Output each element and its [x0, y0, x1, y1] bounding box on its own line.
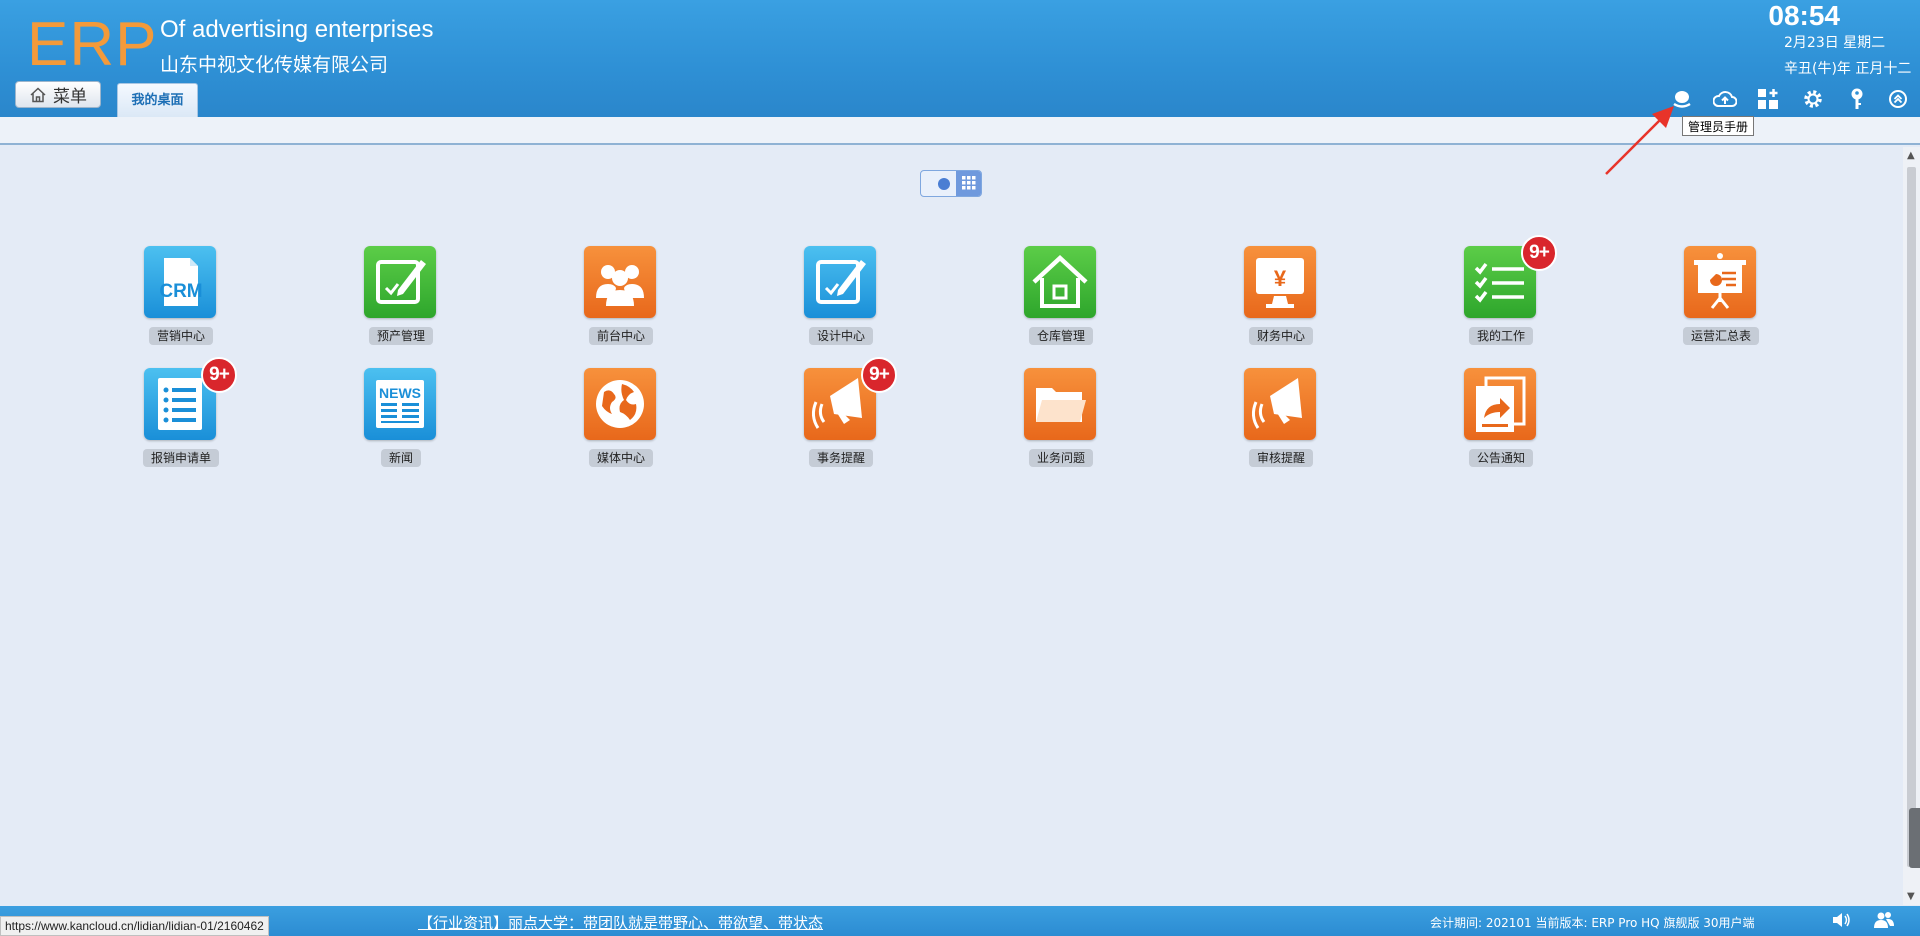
- svg-text:NEWS: NEWS: [379, 385, 421, 401]
- app-label: 前台中心: [588, 327, 654, 345]
- company-name-cn: 山东中视文化传媒有限公司: [160, 54, 389, 76]
- svg-text:CRM: CRM: [159, 281, 202, 302]
- cloud-upload-icon[interactable]: [1713, 87, 1737, 111]
- app-operations-summary[interactable]: 运营汇总表: [1661, 246, 1781, 356]
- people-icon: [584, 246, 656, 318]
- key-icon[interactable]: [1845, 87, 1869, 111]
- add-widget-icon[interactable]: [1756, 87, 1780, 111]
- app-review-reminder[interactable]: 审核提醒: [1221, 368, 1341, 478]
- grid-icon: [962, 176, 976, 190]
- news-icon: NEWS: [364, 368, 436, 440]
- app-label: 运营汇总表: [1682, 327, 1760, 345]
- tooltip-admin-manual: 管理员手册: [1682, 116, 1755, 136]
- notification-badge: 9+: [861, 357, 897, 393]
- share-document-icon: [1464, 368, 1536, 440]
- app-label: 营销中心: [148, 327, 214, 345]
- app-marketing-center[interactable]: CRM 营销中心: [121, 246, 241, 356]
- side-widget-handle[interactable]: [1909, 808, 1920, 868]
- app-label: 审核提醒: [1248, 449, 1314, 467]
- news-ticker-link[interactable]: 【行业资讯】丽点大学：带团队就是带野心、带欲望、带状态: [418, 912, 823, 933]
- notification-badge: 9+: [1521, 235, 1557, 271]
- clock-date: 2月23日 星期二: [1784, 35, 1886, 51]
- edit-check-icon: [364, 246, 436, 318]
- menu-button[interactable]: 菜单: [15, 81, 101, 108]
- home-icon: [30, 86, 46, 102]
- app-news[interactable]: NEWS 新闻: [341, 368, 461, 478]
- notification-badge: 9+: [201, 357, 237, 393]
- svg-text:¥: ¥: [1274, 266, 1287, 291]
- app-affairs-reminder[interactable]: 9+ 事务提醒: [781, 357, 901, 478]
- app-label: 业务问题: [1028, 449, 1094, 467]
- app-label: 事务提醒: [808, 449, 874, 467]
- grid-view-button[interactable]: [956, 171, 981, 196]
- app-business-issues[interactable]: 业务问题: [1001, 368, 1121, 478]
- app-my-work[interactable]: 9+ 我的工作: [1441, 235, 1561, 356]
- app-label: 媒体中心: [588, 449, 654, 467]
- app-label: 仓库管理: [1028, 327, 1094, 345]
- version-info: 会计期间: 202101 当前版本: ERP Pro HQ 旗舰版 30用户端: [1430, 916, 1755, 930]
- globe-icon: [584, 368, 656, 440]
- app-label: 设计中心: [808, 327, 874, 345]
- users-icon[interactable]: [1873, 909, 1895, 931]
- app-label: 预产管理: [368, 327, 434, 345]
- tab-my-desktop[interactable]: 我的桌面: [117, 83, 198, 117]
- app-label: 财务中心: [1248, 327, 1314, 345]
- app-design-center[interactable]: 设计中心: [781, 246, 901, 356]
- app-label: 报销申请单: [142, 449, 220, 467]
- speaker-icon[interactable]: [1830, 909, 1852, 931]
- clock-time: 08:54: [1768, 0, 1840, 31]
- app-announcements[interactable]: 公告通知: [1441, 368, 1561, 478]
- view-toggle: [920, 170, 982, 197]
- app-label: 新闻: [380, 449, 422, 467]
- scrollbar-thumb[interactable]: [1907, 167, 1916, 867]
- crm-icon: CRM: [144, 246, 216, 318]
- collapse-icon[interactable]: [1886, 87, 1910, 111]
- app-reimbursement[interactable]: 9+ 报销申请单: [121, 357, 241, 478]
- megaphone-icon: [1244, 368, 1316, 440]
- design-edit-icon: [804, 246, 876, 318]
- vertical-scrollbar[interactable]: ▲ ▼: [1903, 147, 1920, 905]
- erp-logo: ERP: [27, 10, 158, 79]
- browser-status-url: https://www.kancloud.cn/lidian/lidian-01…: [0, 916, 269, 936]
- settings-gear-icon[interactable]: [1801, 87, 1825, 111]
- presentation-board-icon: [1684, 246, 1756, 318]
- clock-lunar-date: 辛丑(牛)年 正月十二: [1784, 61, 1912, 77]
- scroll-down-icon[interactable]: ▼: [1907, 891, 1915, 902]
- app-finance-center[interactable]: ¥ 财务中心: [1221, 246, 1341, 356]
- app-front-desk[interactable]: 前台中心: [561, 246, 681, 356]
- annotation-arrow-icon: [1605, 106, 1674, 175]
- company-name-en: Of advertising enterprises: [160, 16, 434, 43]
- scroll-up-icon[interactable]: ▲: [1907, 150, 1915, 161]
- menu-button-label: 菜单: [53, 87, 87, 107]
- app-preproduction[interactable]: 预产管理: [341, 246, 461, 356]
- app-warehouse[interactable]: 仓库管理: [1001, 246, 1121, 356]
- app-label: 公告通知: [1468, 449, 1534, 467]
- circle-view-button[interactable]: [921, 171, 957, 196]
- app-media-center[interactable]: 媒体中心: [561, 368, 681, 478]
- finance-yen-monitor-icon: ¥: [1244, 246, 1316, 318]
- warehouse-house-icon: [1024, 246, 1096, 318]
- app-label: 我的工作: [1468, 327, 1534, 345]
- folder-icon: [1024, 368, 1096, 440]
